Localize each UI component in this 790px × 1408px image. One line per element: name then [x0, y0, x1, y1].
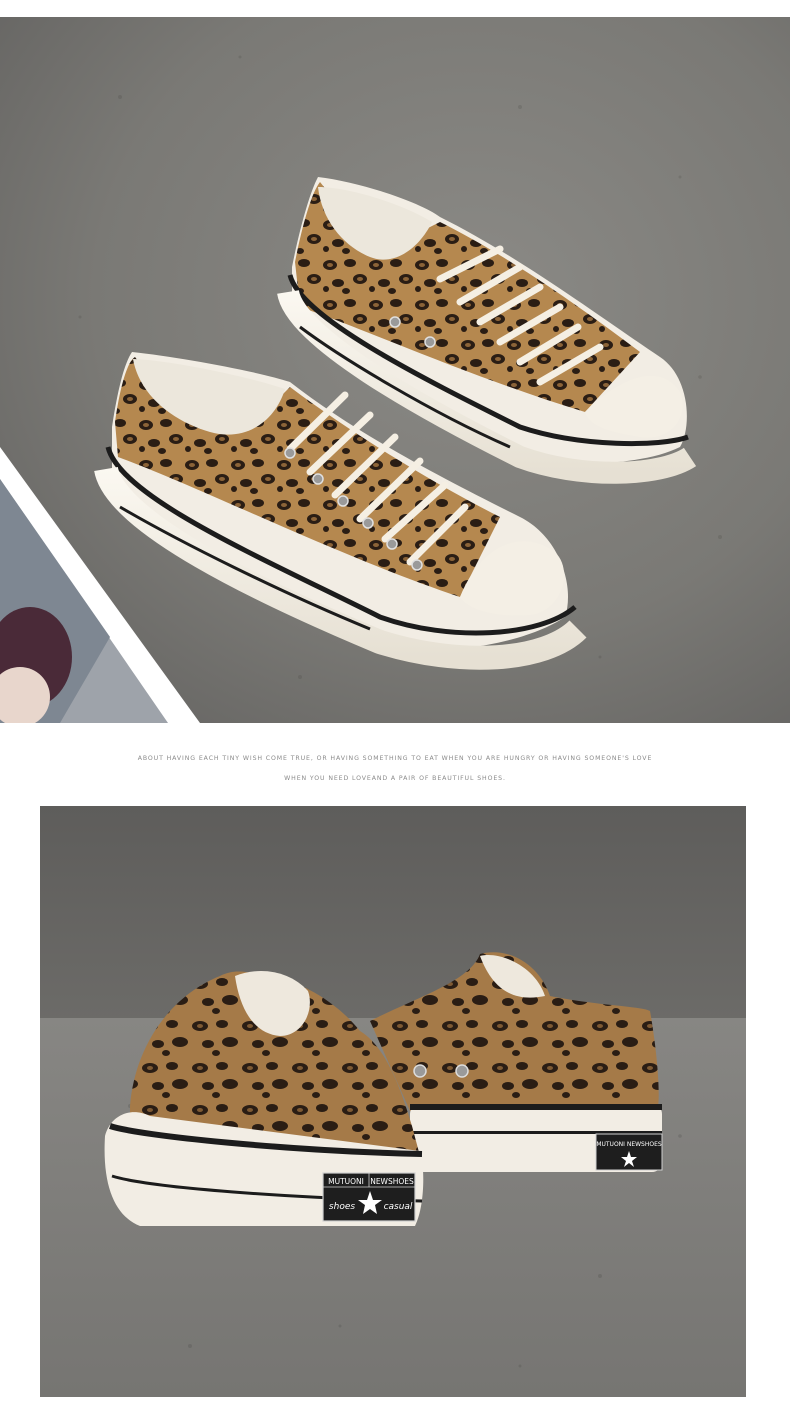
heel-label-shoes: shoes — [329, 1202, 355, 1212]
heel-label-brand: MUTUONI — [328, 1177, 364, 1186]
sneakers-top-view-image — [0, 17, 790, 723]
caption-line-2: WHEN YOU NEED LOVEAND A PAIR OF BEAUTIFU… — [284, 775, 506, 782]
svg-text:MUTUONI NEWSHOES: MUTUONI NEWSHOES — [596, 1141, 662, 1148]
heel-label-casual: casual — [384, 1202, 413, 1212]
product-detail-page: ABOUT HAVING EACH TINY WISH COME TRUE, O… — [0, 0, 790, 1408]
top-product-photo — [0, 17, 790, 723]
sneakers-heel-view-image: MUTUONI NEWSHOES MUTUONI NEWSHOES shoes … — [40, 806, 746, 1397]
caption-line-1: ABOUT HAVING EACH TINY WISH COME TRUE, O… — [137, 755, 653, 762]
bottom-product-photo: MUTUONI NEWSHOES MUTUONI NEWSHOES shoes … — [40, 806, 746, 1397]
heel-label-newshoes: NEWSHOES — [370, 1177, 414, 1186]
